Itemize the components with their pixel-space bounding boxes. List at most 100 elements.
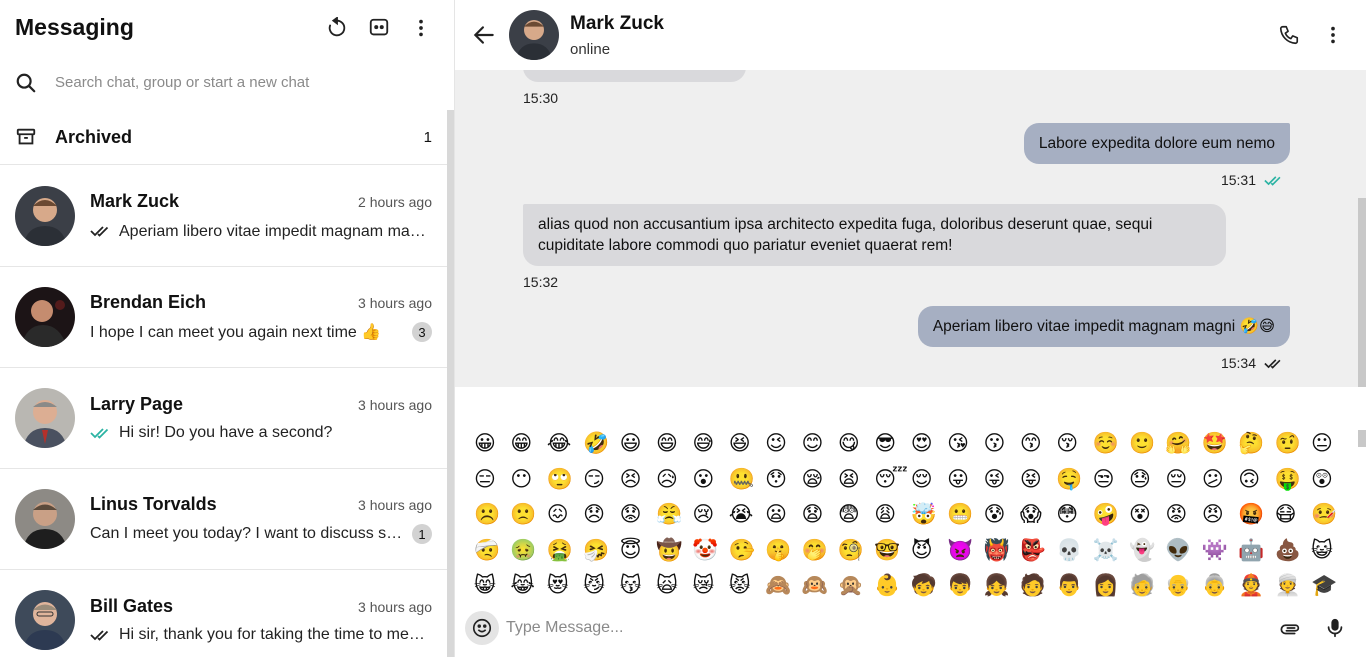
emoji-item[interactable]: 🧓 xyxy=(1129,572,1165,599)
emoji-item[interactable]: 😙 xyxy=(1020,430,1056,466)
emoji-item[interactable]: 🙂 xyxy=(1129,430,1165,466)
emoji-item[interactable]: 😐 xyxy=(1311,430,1347,466)
sidebar-scrollbar[interactable] xyxy=(447,110,454,657)
emoji-item[interactable]: 👨 xyxy=(1056,572,1092,599)
emoji-item[interactable]: 😁 xyxy=(510,430,546,466)
emoji-item[interactable]: 😋 xyxy=(838,430,874,466)
emoji-scrollbar[interactable] xyxy=(1358,430,1366,447)
emoji-item[interactable]: 🙊 xyxy=(838,572,874,599)
emoji-item[interactable]: 😷 xyxy=(1275,501,1311,537)
emoji-item[interactable]: 😞 xyxy=(583,501,619,537)
emoji-item[interactable]: 😶 xyxy=(510,466,546,502)
more-vert-icon[interactable] xyxy=(402,9,440,47)
emoji-item[interactable]: 😽 xyxy=(620,572,656,599)
emoji-item[interactable]: 🙃 xyxy=(1238,466,1274,502)
emoji-item[interactable]: 😃 xyxy=(620,430,656,466)
emoji-item[interactable]: 🎓 xyxy=(1311,572,1347,599)
emoji-item[interactable]: 😘 xyxy=(947,430,983,466)
emoji-item[interactable]: ☹️ xyxy=(474,501,510,537)
emoji-item[interactable]: 😼 xyxy=(583,572,619,599)
emoji-item[interactable]: 🤩 xyxy=(1202,430,1238,466)
message-scrollbar[interactable] xyxy=(1358,198,1366,387)
emoji-item[interactable]: 😎 xyxy=(874,430,910,466)
emoji-item[interactable]: 😆 xyxy=(729,430,765,466)
emoji-item[interactable]: 😩 xyxy=(874,501,910,537)
emoji-item[interactable]: 👾 xyxy=(1202,537,1238,573)
emoji-item[interactable]: 👻 xyxy=(1129,537,1165,573)
emoji-item[interactable]: 😨 xyxy=(838,501,874,537)
emoji-item[interactable]: 😱 xyxy=(1020,501,1056,537)
emoji-item[interactable]: 🧑 xyxy=(1020,572,1056,599)
chat-item-linus-torvalds[interactable]: Linus Torvalds 3 hours ago Can I meet yo… xyxy=(0,469,447,570)
emoji-item[interactable]: 👴 xyxy=(1165,572,1201,599)
emoji-item[interactable]: 👶 xyxy=(874,572,910,599)
emoji-item[interactable]: 🤕 xyxy=(474,537,510,573)
emoji-item[interactable]: 😬 xyxy=(947,501,983,537)
emoji-item[interactable]: 👧 xyxy=(983,572,1019,599)
emoji-item[interactable]: 😺 xyxy=(1311,537,1347,573)
emoji-item[interactable]: ☠️ xyxy=(1093,537,1129,573)
emoji-item[interactable]: 😳 xyxy=(1056,501,1092,537)
emoji-item[interactable]: 👳 xyxy=(1275,572,1311,599)
emoji-item[interactable]: 😮 xyxy=(692,466,728,502)
chat-item-mark-zuck[interactable]: Mark Zuck 2 hours ago Aperiam libero vit… xyxy=(0,166,447,267)
emoji-item[interactable]: 🤣 xyxy=(583,430,619,466)
emoji-item[interactable]: 😦 xyxy=(765,501,801,537)
emoji-item[interactable]: 🤭 xyxy=(802,537,838,573)
new-chat-icon[interactable] xyxy=(360,9,398,47)
emoji-item[interactable]: 😀 xyxy=(474,430,510,466)
emoji-item[interactable]: 🙄 xyxy=(547,466,583,502)
emoji-item[interactable]: 😏 xyxy=(583,466,619,502)
emoji-button[interactable] xyxy=(465,611,499,645)
chat-item-brendan-eich[interactable]: Brendan Eich 3 hours ago I hope I can me… xyxy=(0,267,447,368)
emoji-item[interactable]: 😠 xyxy=(1202,501,1238,537)
refresh-icon[interactable] xyxy=(318,9,356,47)
emoji-item[interactable]: 😍 xyxy=(911,430,947,466)
emoji-item[interactable]: 😑 xyxy=(474,466,510,502)
emoji-item[interactable]: 🤧 xyxy=(583,537,619,573)
back-arrow-icon[interactable] xyxy=(471,22,497,48)
emoji-item[interactable]: 🙁 xyxy=(510,501,546,537)
contact-avatar[interactable] xyxy=(509,10,559,60)
emoji-item[interactable]: 😟 xyxy=(620,501,656,537)
emoji-item[interactable]: 😓 xyxy=(1129,466,1165,502)
search-input[interactable] xyxy=(55,74,439,91)
emoji-item[interactable]: 🤔 xyxy=(1238,430,1274,466)
phone-icon[interactable] xyxy=(1270,16,1308,54)
emoji-item[interactable]: 👵 xyxy=(1202,572,1238,599)
emoji-item[interactable]: 🧐 xyxy=(838,537,874,573)
emoji-item[interactable]: 🤪 xyxy=(1093,501,1129,537)
emoji-item[interactable]: 😲 xyxy=(1311,466,1347,502)
more-vert-icon[interactable] xyxy=(1314,16,1352,54)
emoji-item[interactable]: 🤡 xyxy=(692,537,728,573)
emoji-item[interactable]: 😔 xyxy=(1165,466,1201,502)
emoji-item[interactable]: 🙈 xyxy=(765,572,801,599)
emoji-item[interactable]: 😾 xyxy=(729,572,765,599)
emoji-item[interactable]: 😖 xyxy=(547,501,583,537)
emoji-item[interactable]: 🤢 xyxy=(510,537,546,573)
emoji-item[interactable]: 💩 xyxy=(1275,537,1311,573)
emoji-item[interactable]: 🤬 xyxy=(1238,501,1274,537)
emoji-item[interactable]: 😴 xyxy=(874,466,910,502)
archived-row[interactable]: Archived 1 xyxy=(0,110,454,165)
emoji-item[interactable]: 😚 xyxy=(1056,430,1092,466)
emoji-item[interactable]: 😹 xyxy=(510,572,546,599)
emoji-item[interactable]: 😊 xyxy=(802,430,838,466)
emoji-item[interactable]: 😰 xyxy=(983,501,1019,537)
emoji-item[interactable]: 👲 xyxy=(1238,572,1274,599)
emoji-item[interactable]: 👺 xyxy=(1020,537,1056,573)
emoji-item[interactable]: 😿 xyxy=(692,572,728,599)
emoji-item[interactable]: 🧒 xyxy=(911,572,947,599)
emoji-item[interactable]: 😌 xyxy=(911,466,947,502)
emoji-item[interactable]: 👽 xyxy=(1165,537,1201,573)
emoji-item[interactable]: 🤮 xyxy=(547,537,583,573)
emoji-item[interactable]: 🤗 xyxy=(1165,430,1201,466)
emoji-item[interactable]: 👹 xyxy=(983,537,1019,573)
emoji-item[interactable]: 🤨 xyxy=(1275,430,1311,466)
emoji-item[interactable]: 😄 xyxy=(656,430,692,466)
emoji-item[interactable]: 😤 xyxy=(656,501,692,537)
emoji-item[interactable]: 😧 xyxy=(802,501,838,537)
emoji-item[interactable]: 😫 xyxy=(838,466,874,502)
emoji-item[interactable]: 😅 xyxy=(692,430,728,466)
emoji-item[interactable]: 😻 xyxy=(547,572,583,599)
